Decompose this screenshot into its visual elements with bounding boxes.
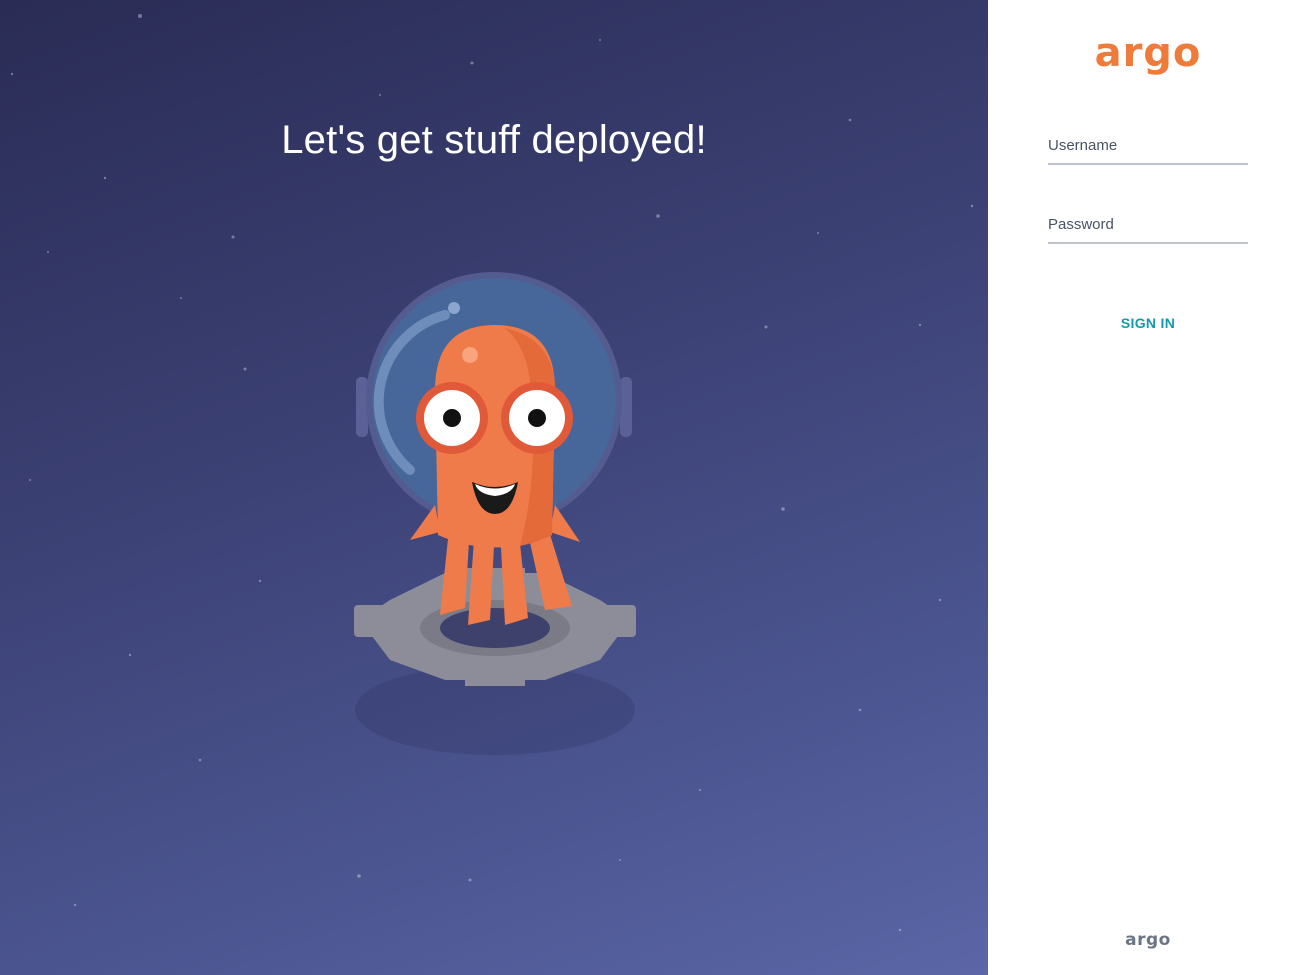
hero-headline: Let's get stuff deployed! [281, 118, 707, 162]
password-field [1048, 216, 1248, 244]
footer-argo-logo: argo [1125, 930, 1171, 950]
argo-octopus-mascot-icon [354, 272, 636, 755]
username-field [1048, 137, 1248, 165]
sign-in-button[interactable]: SIGN IN [1098, 312, 1198, 334]
password-input[interactable] [1048, 216, 1248, 237]
hero-panel: Let's get stuff deployed! [0, 0, 988, 975]
username-input[interactable] [1048, 137, 1248, 158]
argo-logo: argo [1094, 30, 1202, 76]
login-panel: argo SIGN IN argo [988, 0, 1308, 975]
